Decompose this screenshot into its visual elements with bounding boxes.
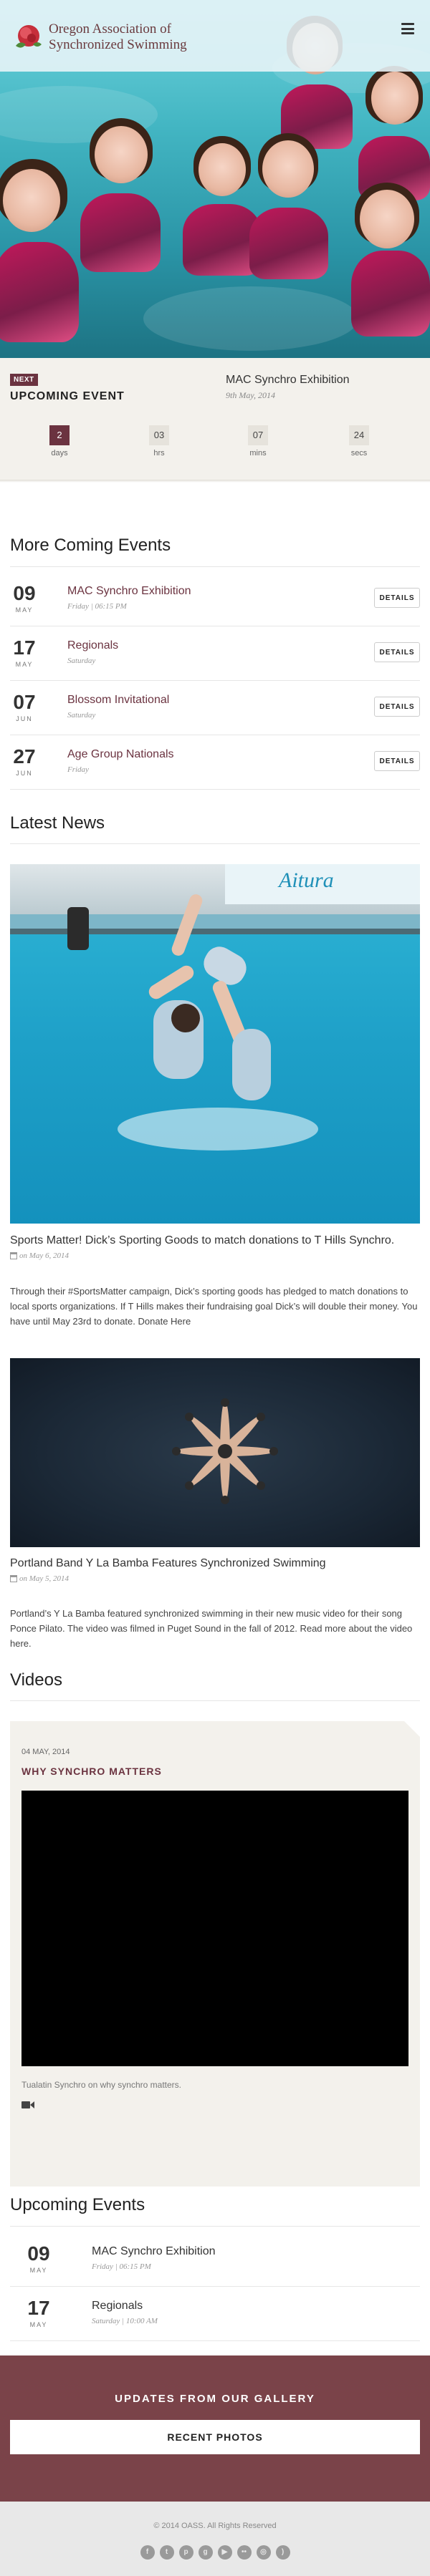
- event-time: Friday | 06:15 PM: [67, 602, 127, 611]
- upcoming-events-heading: Upcoming Events: [10, 2195, 145, 2214]
- divider: [10, 566, 420, 567]
- event-time: Friday: [67, 765, 89, 774]
- news-image-star-formation[interactable]: [10, 1358, 420, 1547]
- event-time: Friday | 06:15 PM: [92, 2262, 151, 2271]
- event-day: 09: [27, 2242, 50, 2265]
- details-button[interactable]: DETAILS: [374, 697, 420, 717]
- divider: [10, 2226, 420, 2227]
- flickr-icon[interactable]: ••: [236, 2545, 252, 2560]
- recent-photos-button[interactable]: RECENT PHOTOS: [10, 2420, 420, 2454]
- site-title-line2: Synchronized Swimming: [49, 37, 187, 52]
- countdown-mins: 07 mins: [236, 425, 280, 457]
- news-image-synchro-lift[interactable]: Aitura: [10, 864, 420, 1224]
- banner-sign-text: Aitura: [279, 868, 334, 892]
- event-time: Saturday: [67, 711, 96, 720]
- event-row: 09 MAY MAC Synchro Exhibition Friday | 0…: [10, 572, 420, 626]
- event-month: MAY: [29, 2267, 48, 2274]
- twitter-icon[interactable]: t: [159, 2545, 174, 2560]
- rss-icon[interactable]: ): [275, 2545, 290, 2560]
- video-caption: Tualatin Synchro on why synchro matters.: [22, 2080, 181, 2090]
- videos-heading: Videos: [10, 1670, 62, 1690]
- event-row: 27 JUN Age Group Nationals Friday DETAIL…: [10, 735, 420, 790]
- divider: [10, 843, 420, 844]
- countdown-mins-value: 07: [248, 425, 268, 445]
- news-date: on May 5, 2014: [10, 1574, 69, 1583]
- event-row: 17 MAY Regionals Saturday DETAILS: [10, 626, 420, 681]
- gallery-title: UPDATES FROM OUR GALLERY: [115, 2393, 315, 2405]
- next-tag: NEXT: [10, 374, 38, 386]
- news-title-link[interactable]: Portland Band Y La Bamba Features Synchr…: [10, 1557, 326, 1570]
- event-time: Saturday: [67, 657, 96, 665]
- divider: [10, 1700, 420, 1701]
- next-event-date: 9th May, 2014: [226, 390, 275, 400]
- google-plus-icon[interactable]: g: [198, 2545, 213, 2560]
- event-name-link[interactable]: MAC Synchro Exhibition: [67, 585, 191, 598]
- countdown-days-value: 2: [49, 425, 70, 445]
- event-month: MAY: [15, 661, 34, 668]
- pinterest-icon[interactable]: p: [178, 2545, 194, 2560]
- upcoming-event-row: 17 MAY Regionals Saturday | 10:00 AM: [10, 2287, 420, 2341]
- event-month: MAY: [29, 2321, 48, 2328]
- news-date-text: on May 5, 2014: [19, 1574, 70, 1583]
- rose-logo-icon[interactable]: [10, 19, 47, 56]
- details-button[interactable]: DETAILS: [374, 588, 420, 608]
- countdown-secs-label: secs: [350, 449, 368, 457]
- site-header: Oregon Association of Synchronized Swimm…: [0, 0, 430, 72]
- countdown-hours-value: 03: [149, 425, 169, 445]
- calendar-icon: [10, 1252, 17, 1259]
- next-event-title[interactable]: MAC Synchro Exhibition: [226, 374, 350, 387]
- countdown-days-label: days: [51, 449, 68, 457]
- news-title-link[interactable]: Sports Matter! Dick’s Sporting Goods to …: [10, 1234, 394, 1247]
- facebook-icon[interactable]: f: [140, 2545, 155, 2560]
- event-row: 07 JUN Blossom Invitational Saturday DET…: [10, 681, 420, 735]
- video-date: 04 MAY, 2014: [22, 1748, 70, 1756]
- hamburger-menu-icon[interactable]: [401, 23, 414, 34]
- event-month: JUN: [16, 770, 33, 777]
- upcoming-event-row: 09 MAY MAC Synchro Exhibition Friday | 0…: [10, 2232, 420, 2287]
- copyright-text: © 2014 OASS. All Rights Reserved: [153, 2522, 277, 2530]
- event-name-link[interactable]: Age Group Nationals: [67, 748, 174, 761]
- upcoming-event-label: UPCOMING EVENT: [10, 390, 125, 402]
- event-month: MAY: [15, 606, 34, 614]
- event-day: 17: [27, 2297, 50, 2319]
- countdown-secs: 24 secs: [338, 425, 381, 457]
- site-title[interactable]: Oregon Association of Synchronized Swimm…: [49, 21, 187, 53]
- video-title[interactable]: WHY SYNCHRO MATTERS: [22, 1766, 162, 1777]
- event-day: 07: [13, 691, 36, 713]
- video-camera-icon: [22, 2101, 34, 2108]
- event-day: 09: [13, 582, 36, 604]
- countdown-hours: 03 hrs: [138, 425, 181, 457]
- countdown-secs-value: 24: [349, 425, 369, 445]
- countdown-days: 2 days: [38, 425, 81, 457]
- more-coming-events-heading: More Coming Events: [10, 536, 171, 555]
- event-day: 27: [13, 745, 36, 768]
- next-event-panel: [0, 358, 430, 481]
- news-excerpt: Portland’s Y La Bamba featured synchroni…: [10, 1608, 413, 1649]
- social-links: f t p g ▶ •• ◎ ): [0, 2545, 430, 2560]
- event-day: 17: [13, 636, 36, 659]
- video-player[interactable]: [22, 1791, 408, 2066]
- instagram-icon[interactable]: ◎: [256, 2545, 271, 2560]
- event-name-link[interactable]: Regionals: [67, 639, 118, 652]
- divider: [0, 480, 430, 483]
- event-name-link[interactable]: MAC Synchro Exhibition: [92, 2245, 216, 2258]
- news-excerpt: Through their #SportsMatter campaign, Di…: [10, 1286, 418, 1327]
- countdown-mins-label: mins: [249, 449, 267, 457]
- youtube-icon[interactable]: ▶: [217, 2545, 232, 2560]
- site-title-line1: Oregon Association of: [49, 21, 171, 37]
- event-name-link[interactable]: Blossom Invitational: [67, 694, 169, 707]
- details-button[interactable]: DETAILS: [374, 751, 420, 771]
- news-date-text: on May 6, 2014: [19, 1251, 70, 1260]
- event-time: Saturday | 10:00 AM: [92, 2317, 158, 2325]
- site-footer: [0, 2502, 430, 2576]
- event-name-link[interactable]: Regionals: [92, 2300, 143, 2313]
- details-button[interactable]: DETAILS: [374, 642, 420, 662]
- calendar-icon: [10, 1575, 17, 1582]
- event-month: JUN: [16, 715, 33, 722]
- news-date: on May 6, 2014: [10, 1251, 69, 1260]
- latest-news-heading: Latest News: [10, 813, 105, 833]
- countdown-hours-label: hrs: [153, 449, 165, 457]
